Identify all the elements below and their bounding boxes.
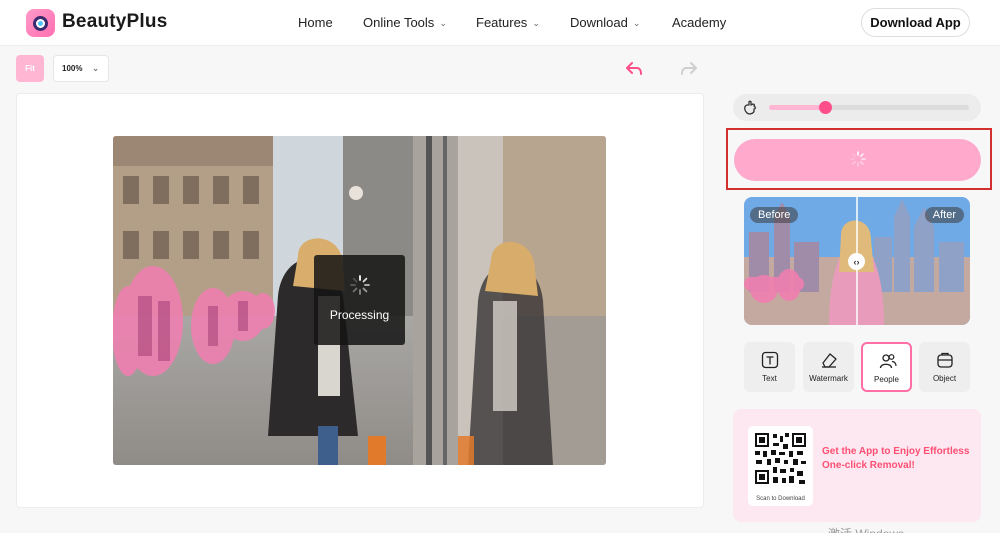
brush-size-control[interactable]: [733, 94, 981, 121]
nav-home-label: Home: [298, 15, 333, 30]
nav-academy-label: Academy: [672, 15, 727, 30]
promo-headline: Get the App to Enjoy Effortless One-clic…: [822, 446, 970, 471]
zoom-select[interactable]: 100% ⌄: [53, 55, 109, 82]
nav-features-label: Features: [476, 15, 528, 30]
tool-text[interactable]: Text: [744, 342, 795, 392]
app-promo-card: Scan to Download Get the App to Enjoy Ef…: [733, 409, 981, 522]
slider-fill: [769, 105, 825, 110]
before-after-preview[interactable]: Before After ‹›: [744, 197, 970, 325]
download-app-button[interactable]: Download App: [861, 8, 970, 37]
highlight-box: [726, 128, 992, 190]
people-icon: [879, 352, 897, 370]
before-label: Before: [750, 207, 799, 223]
nav-online-tools-label: Online Tools: [363, 15, 435, 30]
processing-overlay: Processing: [314, 255, 405, 345]
fit-button[interactable]: Fit: [16, 55, 44, 82]
chevron-down-icon: ⌄: [632, 17, 641, 28]
qr-code-card: Scan to Download: [748, 426, 813, 506]
tool-people-label: People: [874, 375, 899, 384]
nav-online-tools[interactable]: Online Tools ⌄: [363, 15, 447, 30]
chevron-down-icon: ⌄: [439, 17, 447, 28]
top-header: BeautyPlus Home Online Tools ⌄ Features …: [0, 0, 1000, 46]
object-icon: [936, 351, 954, 369]
undo-icon[interactable]: [623, 58, 645, 80]
qr-code-icon: [753, 431, 808, 486]
chevron-down-icon: ⌄: [532, 17, 540, 28]
nav-download[interactable]: Download ⌄: [570, 15, 640, 30]
tool-object-label: Object: [932, 374, 957, 383]
chevron-down-icon: ⌄: [92, 64, 99, 73]
brush-size-slider[interactable]: [769, 101, 969, 114]
nav-features[interactable]: Features ⌄: [476, 15, 540, 30]
windows-activation-watermark: 激活 Windows: [828, 525, 904, 533]
tool-watermark[interactable]: Watermark: [803, 342, 854, 392]
eraser-icon: [820, 351, 838, 369]
slider-thumb[interactable]: [819, 101, 832, 114]
redo-icon[interactable]: [678, 58, 700, 80]
tool-watermark-label: Watermark: [809, 374, 848, 383]
compare-handle-icon[interactable]: ‹›: [848, 253, 865, 270]
tool-object[interactable]: Object: [919, 342, 970, 392]
tool-text-label: Text: [762, 374, 777, 383]
tool-people[interactable]: People: [861, 342, 912, 392]
beautyplus-logo-icon[interactable]: [26, 9, 55, 37]
zoom-value: 100%: [62, 64, 83, 73]
loading-spinner-icon: [350, 275, 370, 295]
processing-label: Processing: [329, 308, 390, 322]
brand-name[interactable]: BeautyPlus: [62, 11, 167, 33]
nav-home[interactable]: Home: [298, 15, 333, 30]
hand-brush-icon: [742, 99, 759, 116]
scan-to-download-label: Scan to Download: [756, 496, 805, 502]
nav-academy[interactable]: Academy: [672, 15, 726, 30]
after-label: After: [924, 207, 964, 223]
text-icon: [761, 351, 779, 369]
nav-download-label: Download: [570, 15, 628, 30]
